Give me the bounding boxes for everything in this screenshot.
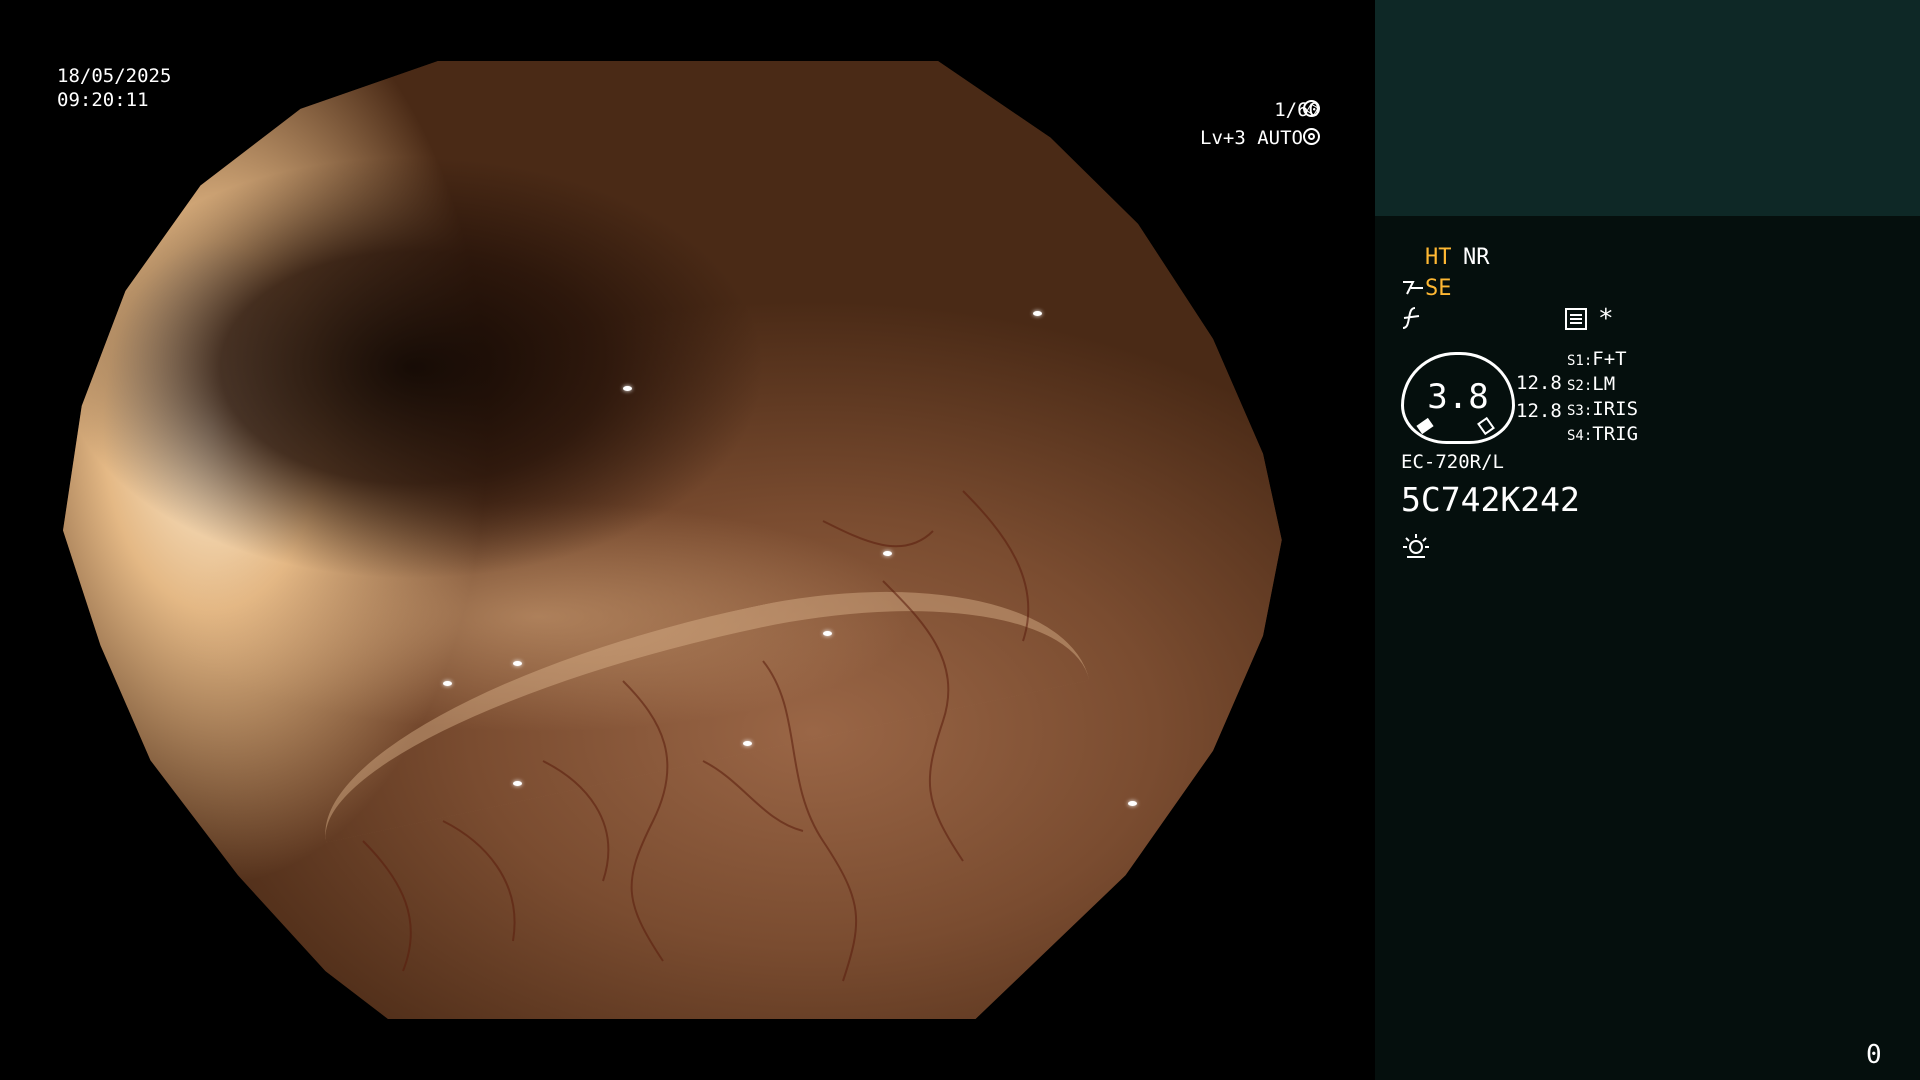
enhance-icon — [1403, 281, 1423, 295]
star-marker: * — [1598, 304, 1614, 334]
target-icon — [1303, 128, 1320, 145]
date-label: 18/05/2025 — [57, 65, 172, 87]
switch-value: F+T — [1592, 348, 1627, 370]
switch-list: S1:F+T S2:LM S3:IRIS S4:TRIG — [1567, 348, 1638, 448]
endoscopic-image — [63, 61, 1282, 1019]
switch-key: S2: — [1567, 378, 1593, 394]
menu-list-icon — [1565, 308, 1587, 330]
switch-key: S4: — [1567, 428, 1593, 444]
panel-header-band — [1375, 0, 1920, 216]
reflection-highlight — [1193, 861, 1202, 866]
se-mode-label: SE — [1425, 276, 1452, 301]
brightness-level: Lv+3 AUTO — [1200, 127, 1303, 149]
switch-row: S2:LM — [1567, 373, 1638, 398]
reflection-highlight — [513, 661, 522, 666]
reflection-highlight — [443, 681, 452, 686]
reflection-highlight — [1033, 311, 1042, 316]
frame-counter: 0 — [1866, 1040, 1882, 1070]
nr-mode-label: NR — [1463, 245, 1490, 270]
switch-row: S3:IRIS — [1567, 398, 1638, 423]
switch-key: S1: — [1567, 353, 1593, 369]
scope-model: EC-720R/L — [1401, 451, 1504, 473]
meter-needle-left — [1416, 417, 1434, 435]
reflection-highlight — [823, 631, 832, 636]
switch-value: TRIG — [1592, 423, 1639, 445]
gamma-icon — [1402, 307, 1420, 329]
reflection-highlight — [513, 781, 522, 786]
switch-value: LM — [1592, 373, 1616, 395]
aperture-icon — [1303, 100, 1320, 117]
status-panel — [1375, 0, 1920, 1080]
ht-mode-label: HT — [1425, 245, 1452, 270]
switch-key: S3: — [1567, 403, 1593, 419]
switch-row: S1:F+T — [1567, 348, 1638, 373]
vessel-pattern — [362, 490, 1030, 982]
brightness-meter: 3.8 — [1401, 352, 1515, 444]
switch-value: IRIS — [1592, 398, 1639, 420]
switch-row: S4:TRIG — [1567, 423, 1638, 448]
meter-value: 3.8 — [1427, 377, 1489, 417]
scope-serial: 5C742K242 — [1401, 480, 1580, 519]
meter-reading-1: 12.8 — [1516, 372, 1562, 394]
time-label: 09:20:11 — [57, 89, 149, 111]
endoscope-view: 18/05/2025 09:20:11 1/60 Lv+3 AUTO — [0, 0, 1375, 1080]
reflection-highlight — [883, 551, 892, 556]
meter-needle-right — [1477, 416, 1495, 436]
reflection-highlight — [623, 386, 632, 391]
light-source-icon — [1403, 534, 1429, 558]
reflection-highlight — [1128, 801, 1137, 806]
meter-reading-2: 12.8 — [1516, 400, 1562, 422]
reflection-highlight — [743, 741, 752, 746]
